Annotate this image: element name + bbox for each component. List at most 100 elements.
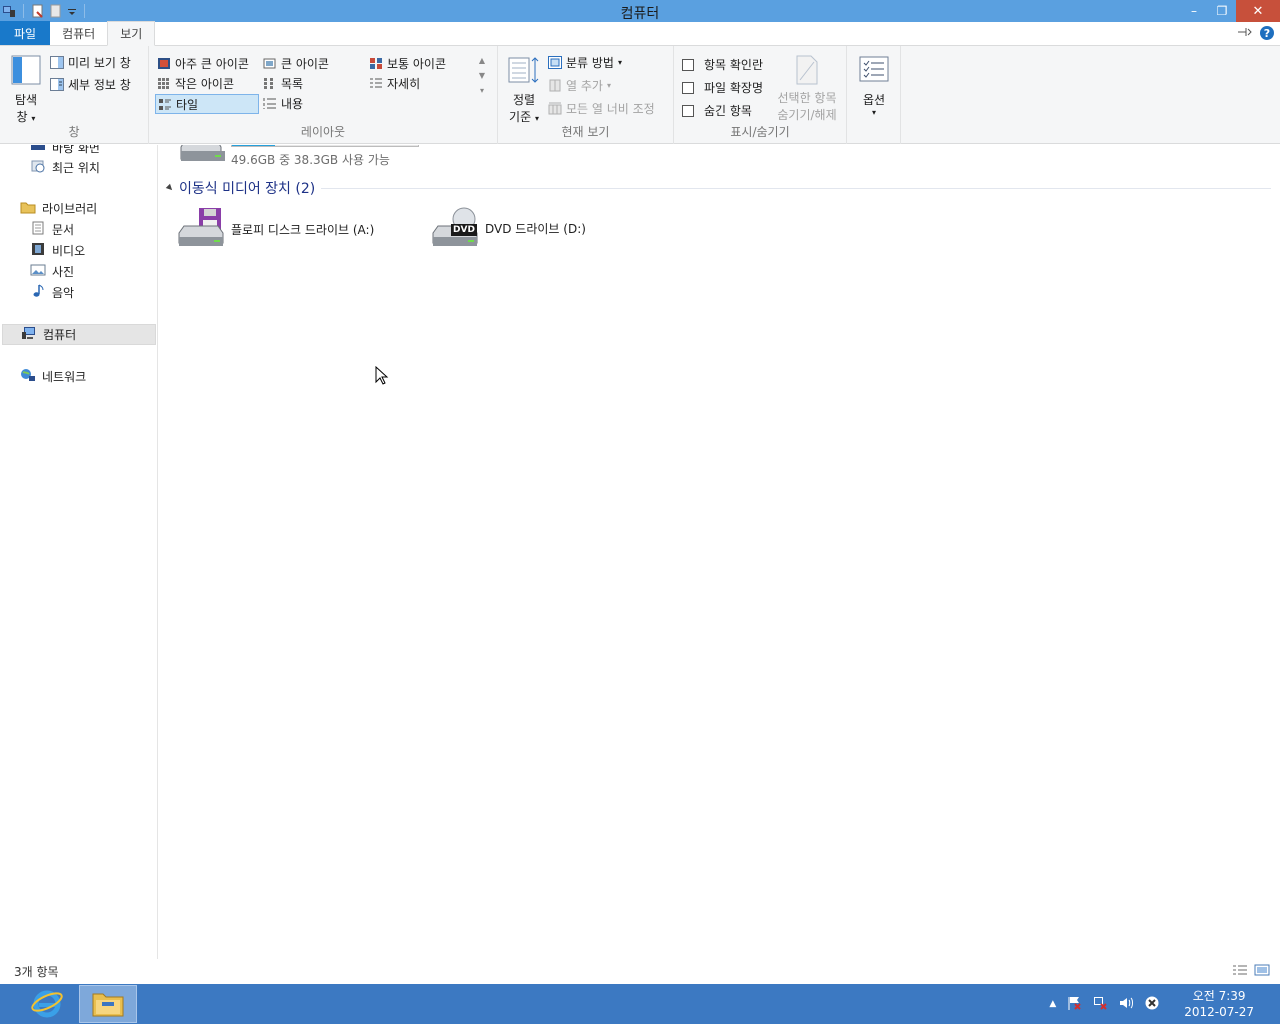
file-extensions-toggle[interactable]: 파일 확장명 [682,79,763,96]
preview-pane-button[interactable]: 미리 보기 창 [50,54,131,71]
layout-details[interactable]: 자세히 [369,75,420,92]
details-view-icon[interactable] [1232,964,1248,979]
item-checkboxes-toggle[interactable]: 항목 확인란 [682,56,763,73]
customize-qat-icon[interactable] [67,4,77,18]
file-extensions-checkbox[interactable] [682,81,694,94]
scroll-down-icon[interactable]: ▼ [479,71,485,80]
dropdown-arrow-icon: ▾ [534,114,539,123]
scroll-up-icon[interactable]: ▲ [479,56,485,65]
tab-view[interactable]: 보기 [107,21,156,46]
network-status-icon[interactable] [1092,995,1108,1014]
videos-icon [30,242,46,259]
medium-icons-icon [369,57,383,70]
group-label-current-view: 현재 보기 [561,125,610,139]
options-button[interactable]: 옵션 ▾ [855,54,893,117]
nav-item-label: 음악 [52,286,75,300]
quick-access-toolbar [0,0,88,22]
add-columns-button[interactable]: 열 추가 ▾ [548,77,611,94]
list-icon [263,77,277,90]
hidden-items-toggle[interactable]: 숨긴 항목 [682,102,752,119]
navigation-pane[interactable]: 바탕 화면 최근 위치 라이브러리 문서 비디오 사진 음악 컴퓨터 네트워크 [0,145,158,959]
nav-item-computer[interactable]: 컴퓨터 [2,324,156,345]
action-center-icon[interactable] [1066,995,1082,1014]
tab-computer[interactable]: 컴퓨터 [50,21,107,45]
internet-explorer-icon [30,986,64,1023]
close-button[interactable]: ✕ [1236,0,1280,22]
title-bar[interactable]: 컴퓨터 – ❐ ✕ [0,0,1280,22]
removable-media-group-header[interactable]: 이동식 미디어 장치 (2) [165,178,1271,198]
hard-drive-icon [177,145,225,170]
dropdown-arrow-icon: ▾ [871,108,876,117]
sort-label-2: 기준 [509,110,532,124]
navigation-pane-label-1: 탐색 [14,93,38,107]
group-header-label: 이동식 미디어 장치 (2) [179,181,316,197]
disk-usage-bar [231,145,419,147]
dvd-drive-tile[interactable]: DVD DVD 드라이브 (D:) [431,207,586,249]
dropdown-arrow-icon: ▾ [31,114,36,123]
ribbon-tab-strip: 파일 컴퓨터 보기 ? [0,21,1280,46]
minimize-button[interactable]: – [1180,0,1208,22]
item-checkboxes-checkbox[interactable] [682,58,694,71]
new-folder-icon[interactable] [49,4,63,18]
restore-button[interactable]: ❐ [1208,0,1236,22]
nav-item-label: 바탕 화면 [52,145,100,155]
gallery-more-icon[interactable]: ▾ [480,86,484,95]
hidden-items-checkbox[interactable] [682,104,694,117]
explorer-window-icon[interactable] [2,4,16,18]
floppy-drive-tile[interactable]: 플로피 디스크 드라이브 (A:) [177,207,374,252]
layout-item-label: 목록 [281,77,304,91]
large-icons-view-icon[interactable] [1254,964,1270,979]
hide-selected-icon [794,55,820,89]
layout-tiles[interactable]: 타일 [155,94,259,114]
collapse-triangle-icon[interactable] [165,183,175,193]
details-icon [369,77,383,90]
help-icon[interactable]: ? [1260,26,1274,40]
options-label: 옵션 [862,93,886,107]
layout-medium-icons[interactable]: 보통 아이콘 [369,55,446,72]
internet-explorer-taskbar-button[interactable] [18,985,76,1023]
properties-icon[interactable] [31,4,45,18]
file-explorer-taskbar-button[interactable] [79,985,137,1023]
layout-list[interactable]: 목록 [263,75,303,92]
ribbon-group-options: 옵션 ▾ [847,46,901,144]
layout-extra-large-icons[interactable]: 아주 큰 아이콘 [157,55,249,72]
navigation-pane-icon [9,55,43,89]
group-by-button[interactable]: 분류 방법 ▾ [548,54,622,71]
hide-selected-label-2: 숨기기/해제 [777,108,837,122]
nav-item-documents[interactable]: 문서 [30,219,74,240]
content-area[interactable]: 49.6GB 중 38.3GB 사용 가능 이동식 미디어 장치 (2) 플로피… [159,145,1280,959]
minimize-ribbon-icon[interactable] [1236,26,1252,41]
desktop-icon [30,145,46,156]
nav-item-network[interactable]: 네트워크 [20,366,86,387]
volume-icon[interactable] [1118,995,1134,1014]
add-columns-label: 열 추가 [566,79,603,93]
extra-large-icons-icon [157,57,171,70]
details-pane-button[interactable]: 세부 정보 창 [50,76,131,93]
tab-file[interactable]: 파일 [0,21,51,45]
layout-gallery-scroll[interactable]: ▲ ▼ ▾ [475,56,489,114]
network-icon [20,368,36,385]
nav-item-videos[interactable]: 비디오 [30,240,85,261]
sort-by-button[interactable]: 정렬 기준 ▾ [506,54,542,125]
documents-icon [30,221,46,238]
clock[interactable]: 오전 7:39 2012-07-27 [1184,988,1254,1020]
nav-item-recent[interactable]: 최근 위치 [30,157,100,178]
layout-small-icons[interactable]: 작은 아이콘 [157,75,234,92]
hide-selected-items-button[interactable]: 선택한 항목 숨기기/해제 [772,54,842,123]
disk-free-space-text: 49.6GB 중 38.3GB 사용 가능 [231,153,390,167]
layout-large-icons[interactable]: 큰 아이콘 [263,55,329,72]
tray-status-icon[interactable] [1144,995,1160,1014]
size-all-columns-button[interactable]: 모든 열 너비 조정 [548,100,655,117]
nav-item-music[interactable]: 음악 [30,282,74,303]
nav-item-pictures[interactable]: 사진 [30,261,74,282]
local-disk-tile[interactable]: 49.6GB 중 38.3GB 사용 가능 [177,145,419,170]
file-extensions-label: 파일 확장명 [704,81,764,95]
nav-item-label: 네트워크 [42,370,87,384]
disk-usage-fill [232,145,275,146]
layout-content[interactable]: 내용 [263,95,303,112]
navigation-pane-button[interactable]: 탐색 창 ▾ [8,54,44,125]
nav-item-libraries[interactable]: 라이브러리 [20,198,97,219]
floppy-drive-label: 플로피 디스크 드라이브 (A:) [231,223,375,237]
show-hidden-icons-icon[interactable]: ▲ [1049,999,1056,1009]
navigation-pane-label-2: 창 [16,110,28,124]
